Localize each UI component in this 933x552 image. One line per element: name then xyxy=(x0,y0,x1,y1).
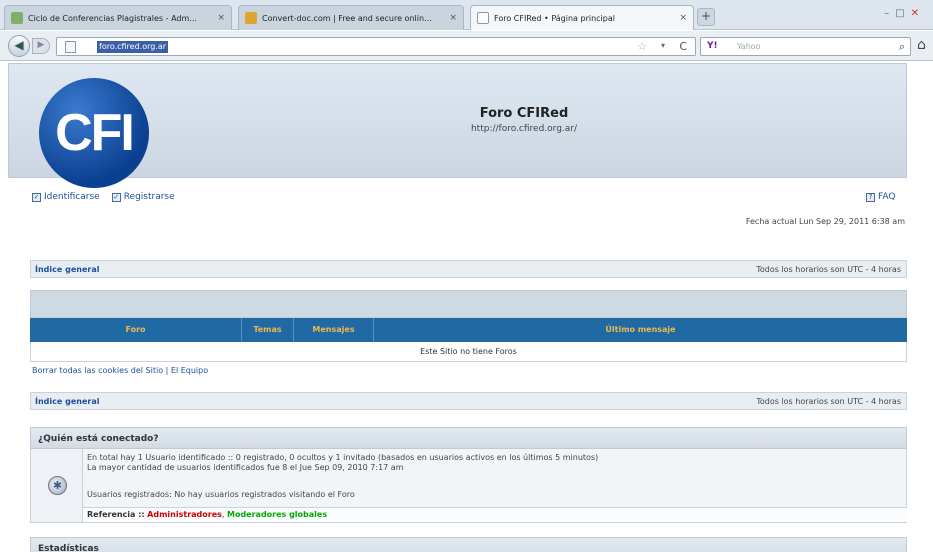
faq-icon: ? xyxy=(866,192,875,202)
online-summary: En total hay 1 Usuario identificado :: 0… xyxy=(87,453,902,473)
breadcrumb-top: Índice general Todos los horarios son UT… xyxy=(30,260,907,278)
index-link[interactable]: Índice general xyxy=(35,265,99,274)
minimize-icon[interactable]: – xyxy=(884,8,895,19)
who-online-box: ✱ En total hay 1 Usuario identificado ::… xyxy=(30,449,907,523)
no-forums-message: Este Sitio no tiene Foros xyxy=(30,342,907,362)
home-icon[interactable]: ⌂ xyxy=(917,37,926,53)
forward-arrow-icon[interactable]: ▶ xyxy=(32,38,50,54)
registered-users-text: Usuarios registrados: No hay usuarios re… xyxy=(87,490,355,499)
bookmark-star-icon[interactable]: ☆ xyxy=(637,40,647,53)
col-mensajes: Mensajes xyxy=(294,318,374,342)
register-link[interactable]: ✓ Registrarse xyxy=(111,192,175,202)
index-link[interactable]: Índice general xyxy=(35,397,99,406)
login-label[interactable]: Identificarse xyxy=(44,192,100,202)
admins-link[interactable]: Administradores xyxy=(147,510,222,519)
search-icon[interactable]: ⌕ xyxy=(899,40,905,54)
site-url: http://foro.cfired.org.ar/ xyxy=(470,124,578,134)
browser-tab-bar: Ciclo de Conferencias Plagistrales - Adm… xyxy=(0,0,933,30)
search-box[interactable]: Y! Yahoo ⌕ xyxy=(700,37,911,56)
col-foro: Foro xyxy=(30,318,242,342)
page-identity-icon[interactable] xyxy=(65,41,76,53)
online-total-text: En total hay 1 Usuario identificado :: 0… xyxy=(87,453,599,462)
login-icon: ✓ xyxy=(32,192,41,202)
stats-header: Estadísticas xyxy=(30,537,907,552)
address-bar[interactable]: foro.cfired.org.ar ☆ ▾ C xyxy=(56,37,696,56)
back-arrow-icon[interactable]: ◀ xyxy=(8,35,30,57)
user-links: ✓ Identificarse ✓ Registrarse xyxy=(32,192,175,202)
forum-table-top-bar xyxy=(30,290,907,318)
tab-title: Foro CFIRed • Página principal xyxy=(494,13,615,23)
login-link[interactable]: ✓ Identificarse xyxy=(32,192,100,202)
search-placeholder: Yahoo xyxy=(737,42,761,51)
who-online-icon-cell: ✱ xyxy=(31,449,83,522)
new-tab-button[interactable]: + xyxy=(697,8,715,26)
breadcrumb-bottom: Índice general Todos los horarios son UT… xyxy=(30,392,907,410)
close-window-icon[interactable]: ✕ xyxy=(911,8,925,19)
browser-tab-1[interactable]: Ciclo de Conferencias Plagistrales - Adm… xyxy=(4,5,232,30)
reload-icon[interactable]: C xyxy=(679,40,687,53)
register-label[interactable]: Registrarse xyxy=(124,192,175,202)
timezone-text: Todos los horarios son UTC - 4 horas xyxy=(756,265,901,274)
legend-row: Referencia :: Administradores, Moderador… xyxy=(83,507,907,522)
stats-title: Estadísticas xyxy=(38,544,99,552)
users-online-icon: ✱ xyxy=(48,476,67,495)
address-text[interactable]: foro.cfired.org.ar xyxy=(97,41,169,53)
page-favicon-icon xyxy=(477,12,489,24)
col-temas: Temas xyxy=(242,318,294,342)
register-icon: ✓ xyxy=(111,192,121,202)
tab-title: Convert-doc.com | Free and secure onlin.… xyxy=(262,13,432,23)
history-dropdown-icon[interactable]: ▾ xyxy=(661,41,665,50)
tab-title: Ciclo de Conferencias Plagistrales - Adm… xyxy=(28,13,197,23)
timezone-text: Todos los horarios son UTC - 4 horas xyxy=(756,397,901,406)
current-date: Fecha actual Lun Sep 29, 2011 6:38 am xyxy=(745,217,905,226)
legend-label: Referencia :: xyxy=(87,510,145,519)
browser-tab-2[interactable]: Convert-doc.com | Free and secure onlin.… xyxy=(238,5,464,30)
faq-link[interactable]: ? FAQ xyxy=(866,192,895,202)
tab-close-icon[interactable]: × xyxy=(217,13,225,23)
tab-close-icon[interactable]: × xyxy=(449,13,457,23)
faq-label[interactable]: FAQ xyxy=(878,192,895,202)
site-favicon-icon xyxy=(245,12,257,24)
browser-nav-bar: ◀ ▶ foro.cfired.org.ar ☆ ▾ C Y! Yahoo ⌕ xyxy=(0,31,933,61)
forum-table-header: Foro Temas Mensajes Último mensaje xyxy=(30,318,907,342)
window-controls: –□✕ xyxy=(884,8,925,19)
who-online-header: ¿Quién está conectado? xyxy=(30,427,907,449)
tab-close-icon[interactable]: × xyxy=(679,13,687,23)
footer-links[interactable]: Borrar todas las cookies del Sitio | El … xyxy=(32,366,208,375)
online-record-text: La mayor cantidad de usuarios identifica… xyxy=(87,463,404,472)
search-engine-icon[interactable]: Y! xyxy=(707,41,718,51)
site-favicon-icon xyxy=(11,12,23,24)
forum-header: CFI Foro CFIRed http://foro.cfired.org.a… xyxy=(8,63,907,188)
who-online-title: ¿Quién está conectado? xyxy=(38,434,159,444)
site-title: Foro CFIRed xyxy=(479,106,569,121)
mods-link[interactable]: Moderadores globales xyxy=(227,510,327,519)
maximize-icon[interactable]: □ xyxy=(895,8,910,19)
col-ultimo-mensaje: Último mensaje xyxy=(605,325,676,334)
legend-separator: , xyxy=(221,510,225,519)
browser-tab-3[interactable]: Foro CFIRed • Página principal × xyxy=(470,5,694,30)
